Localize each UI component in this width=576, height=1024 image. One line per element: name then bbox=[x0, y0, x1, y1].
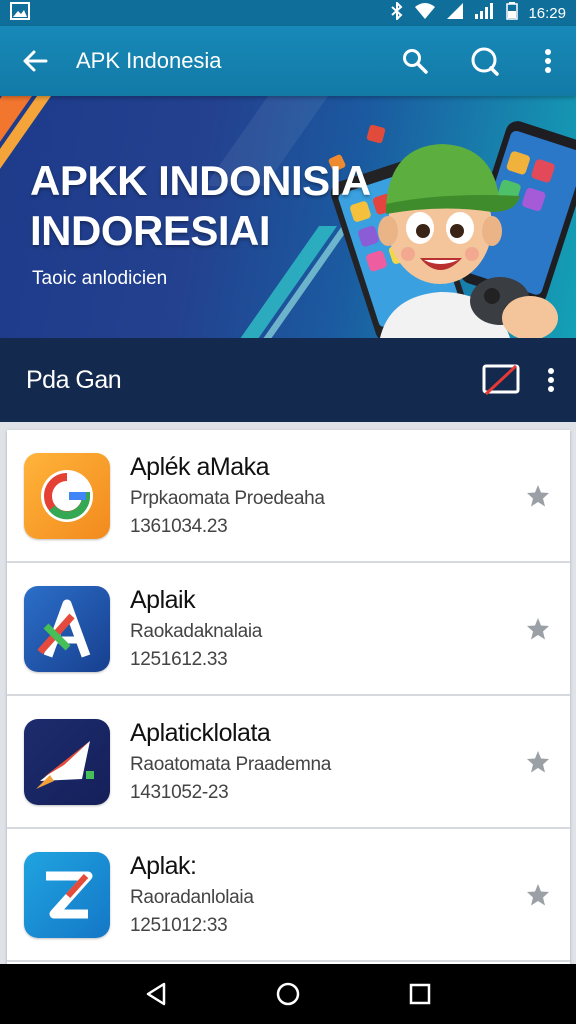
back-arrow-icon bbox=[23, 50, 48, 72]
z-logo-icon bbox=[24, 851, 110, 938]
search-button[interactable] bbox=[380, 26, 450, 96]
app-meta: 1251012:33 bbox=[130, 915, 228, 936]
status-bar: 16:29 bbox=[0, 0, 576, 26]
signal-icon bbox=[446, 2, 464, 24]
nav-home-button[interactable] bbox=[258, 964, 318, 1024]
app-meta: 1431052-23 bbox=[130, 782, 229, 803]
chat-search-icon bbox=[471, 47, 499, 76]
app-bar-title: APK Indonesia bbox=[76, 48, 222, 73]
list-item[interactable]: Aplék aMaka Prpkaomata Proedeaha 1361034… bbox=[7, 430, 570, 563]
system-nav-bar bbox=[0, 964, 576, 1024]
list-item[interactable]: Aplaik Raokadaknalaia 1251612.33 bbox=[7, 563, 570, 696]
more-vert-icon bbox=[548, 368, 554, 392]
star-icon bbox=[527, 484, 549, 506]
app-name: Aplaticklolata bbox=[130, 719, 271, 747]
cast-button[interactable] bbox=[476, 338, 526, 422]
letter-a-icon bbox=[24, 585, 110, 672]
app-description: Raokadaknalaia bbox=[130, 621, 263, 642]
cast-off-icon bbox=[482, 364, 520, 396]
search-icon bbox=[403, 49, 428, 74]
list-item[interactable]: Aplak: Raoradanlolaia 1251012:33 bbox=[7, 829, 570, 962]
banner-subtitle: Taoic anlodicien bbox=[32, 268, 168, 289]
star-icon bbox=[527, 750, 549, 772]
app-description: Raoradanlolaia bbox=[130, 887, 254, 908]
star-icon bbox=[527, 617, 549, 639]
banner-title: APKK INDONISIA INDORESIAI bbox=[30, 157, 371, 254]
recents-square-icon bbox=[409, 983, 431, 1005]
wifi-icon bbox=[414, 2, 436, 24]
favorite-button[interactable] bbox=[508, 599, 568, 659]
section-menu-button[interactable] bbox=[526, 338, 576, 422]
back-triangle-icon bbox=[146, 982, 166, 1006]
list-item[interactable]: Aplaticklolata Raoatomata Praademna 1431… bbox=[7, 696, 570, 829]
home-circle-icon bbox=[276, 982, 300, 1006]
image-icon bbox=[10, 1, 30, 25]
app-description: Raoatomata Praademna bbox=[130, 754, 332, 775]
app-meta: 1251612.33 bbox=[130, 649, 228, 670]
signal-bars-icon bbox=[474, 2, 496, 24]
favorite-button[interactable] bbox=[508, 466, 568, 526]
status-time: 16:29 bbox=[528, 4, 566, 22]
rocket-icon bbox=[24, 718, 110, 805]
app-description: Prpkaomata Proedeaha bbox=[130, 488, 325, 509]
more-vert-icon bbox=[545, 49, 551, 73]
app-name: Aplak: bbox=[130, 852, 197, 880]
app-name: Aplék aMaka bbox=[130, 453, 270, 481]
overflow-menu-button[interactable] bbox=[520, 26, 576, 96]
nav-back-button[interactable] bbox=[126, 964, 186, 1024]
bluetooth-icon bbox=[390, 0, 404, 24]
back-button[interactable] bbox=[0, 26, 70, 96]
section-header: Pda Gan bbox=[0, 338, 576, 422]
app-bar: APK Indonesia bbox=[0, 26, 576, 96]
favorite-button[interactable] bbox=[508, 732, 568, 792]
app-meta: 1361034.23 bbox=[130, 516, 228, 537]
section-title: Pda Gan bbox=[26, 365, 122, 394]
promo-banner[interactable]: APKK INDONISIA INDORESIAI Taoic anlodici… bbox=[0, 96, 576, 338]
app-list: Aplék aMaka Prpkaomata Proedeaha 1361034… bbox=[7, 430, 570, 964]
battery-icon bbox=[506, 2, 519, 24]
star-icon bbox=[527, 883, 549, 905]
g-logo-icon bbox=[24, 452, 110, 539]
favorite-button[interactable] bbox=[508, 865, 568, 925]
nav-recents-button[interactable] bbox=[390, 964, 450, 1024]
chat-search-button[interactable] bbox=[450, 26, 520, 96]
app-name: Aplaik bbox=[130, 586, 196, 614]
